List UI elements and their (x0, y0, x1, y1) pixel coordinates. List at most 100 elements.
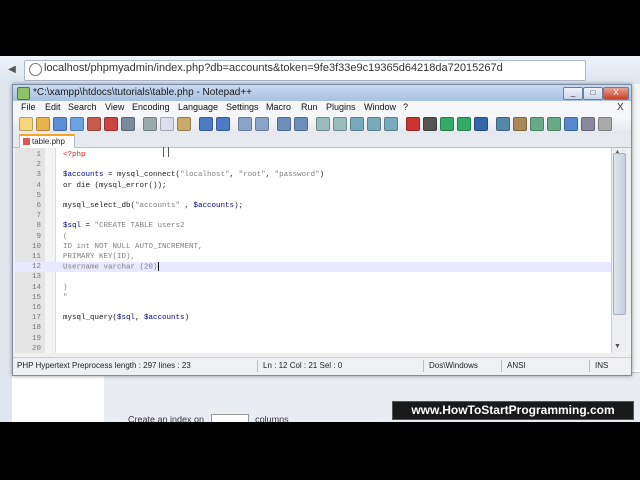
code-line[interactable]: 12 Username varchar (20) (15, 262, 611, 273)
tab-table-php[interactable]: table.php (19, 134, 75, 149)
code-line[interactable]: 1 <?php (15, 150, 611, 160)
save-macro-icon[interactable] (474, 117, 488, 131)
scrollbar-thumb[interactable] (613, 153, 626, 315)
menu-help[interactable]: ? (403, 102, 408, 112)
spellcheck-icon[interactable] (513, 117, 527, 131)
indent-guide-icon[interactable] (384, 117, 398, 131)
menu-search[interactable]: Search (68, 102, 97, 112)
menu-window[interactable]: Window (364, 102, 396, 112)
save-all-icon[interactable] (70, 117, 84, 131)
back-arrow-icon[interactable]: ◀ (4, 62, 20, 78)
doc-map-icon[interactable] (564, 117, 578, 131)
code-editor[interactable]: 1 <?php 2 3 $accounts = mysql_connect("local… (15, 148, 611, 353)
close-all-icon[interactable] (104, 117, 118, 131)
status-eol: Dos\Windows (429, 361, 478, 370)
line-number: 9 (36, 232, 41, 241)
stop-icon[interactable] (423, 117, 437, 131)
zoom-out-icon[interactable] (294, 117, 308, 131)
play-multi-icon[interactable] (457, 117, 471, 131)
code-line[interactable]: 6 mysql_select_db("accounts" , $accounts)… (15, 201, 611, 211)
line-number: 4 (36, 181, 41, 190)
code-line[interactable]: 9( (15, 232, 611, 242)
toolbar (13, 115, 631, 134)
close-button[interactable]: X (603, 87, 629, 100)
tab-bar: table.php (13, 133, 631, 149)
code-text: mysql_query($sql, $accounts) (63, 314, 190, 323)
open-icon[interactable] (36, 117, 50, 131)
menu-encoding[interactable]: Encoding (132, 102, 170, 112)
minimize-button[interactable]: _ (563, 87, 583, 100)
menu-plugins[interactable]: Plugins (326, 102, 356, 112)
trash-icon[interactable] (598, 117, 612, 131)
scroll-down-icon[interactable]: ▼ (614, 343, 621, 350)
line-number: 6 (36, 202, 41, 210)
code-text: " (63, 293, 68, 302)
browser-left-panel (0, 84, 12, 422)
func-list-icon[interactable] (496, 117, 510, 131)
code-line[interactable]: 18 (15, 323, 611, 333)
save-icon[interactable] (53, 117, 67, 131)
all-chars-icon[interactable] (367, 117, 381, 131)
menu-language[interactable]: Language (178, 102, 218, 112)
letterbox-bottom (0, 422, 640, 480)
title-bar[interactable]: *C:\xampp\htdocs\tutorials\table.php - N… (13, 85, 631, 101)
play-icon[interactable] (440, 117, 454, 131)
line-number: 5 (36, 191, 41, 200)
code-line[interactable]: 19 (15, 334, 611, 344)
code-line[interactable]: 16 (15, 303, 611, 313)
maximize-button[interactable]: □ (583, 87, 603, 100)
menu-macro[interactable]: Macro (266, 102, 291, 112)
line-number: 18 (31, 324, 41, 333)
globe-icon (29, 63, 42, 76)
code-line[interactable]: 10 ID int NOT NULL AUTO_INCREMENT, (15, 242, 611, 252)
doc-close-icon[interactable]: X (617, 102, 624, 113)
code-line[interactable]: 7 (15, 211, 611, 221)
settings-icon[interactable] (581, 117, 595, 131)
code-line[interactable]: 8 $sql = "CREATE TABLE users2 (15, 221, 611, 231)
code-line[interactable]: 17 mysql_query($sql, $accounts) (15, 313, 611, 323)
print-icon[interactable] (121, 117, 135, 131)
line-number: 10 (31, 242, 41, 251)
status-divider (501, 360, 502, 372)
code-line[interactable]: 15 " (15, 293, 611, 303)
caret (157, 262, 159, 272)
up-icon[interactable] (530, 117, 544, 131)
line-number: 12 (31, 263, 41, 272)
menu-view[interactable]: View (105, 102, 124, 112)
code-text: ) (63, 283, 68, 292)
sync-h-icon[interactable] (333, 117, 347, 131)
code-line[interactable]: 2 (15, 160, 611, 170)
cut-icon[interactable] (143, 117, 157, 131)
code-line[interactable]: 14) (15, 283, 611, 293)
find-icon[interactable] (238, 117, 252, 131)
new-icon[interactable] (19, 117, 33, 131)
wrap-icon[interactable] (350, 117, 364, 131)
copy-icon[interactable] (160, 117, 174, 131)
close-icon[interactable] (87, 117, 101, 131)
code-line[interactable]: 4 or die (mysql_error()); (15, 181, 611, 191)
unsaved-file-icon (23, 138, 30, 146)
menu-settings[interactable]: Settings (226, 102, 259, 112)
code-line[interactable]: 13 (15, 272, 611, 282)
code-line[interactable]: 20 (15, 344, 611, 353)
paste-icon[interactable] (177, 117, 191, 131)
notepadpp-icon (17, 87, 30, 100)
down-icon[interactable] (547, 117, 561, 131)
menu-edit[interactable]: Edit (45, 102, 61, 112)
code-line[interactable]: 5 (15, 191, 611, 201)
code-text: <?php (63, 151, 86, 159)
code-line[interactable]: 11 PRIMARY KEY(ID), (15, 252, 611, 262)
menu-file[interactable]: File (21, 102, 36, 112)
redo-icon[interactable] (216, 117, 230, 131)
line-number: 17 (31, 314, 41, 323)
status-file-info: PHP Hypertext Preprocess length : 297 li… (17, 361, 191, 370)
url-text: localhost/phpmyadmin/index.php?db=accoun… (44, 62, 503, 74)
undo-icon[interactable] (199, 117, 213, 131)
code-line[interactable]: 3 $accounts = mysql_connect("localhost", … (15, 170, 611, 180)
window-title: *C:\xampp\htdocs\tutorials\table.php - N… (33, 87, 253, 98)
sync-v-icon[interactable] (316, 117, 330, 131)
menu-run[interactable]: Run (301, 102, 318, 112)
record-icon[interactable] (406, 117, 420, 131)
replace-icon[interactable] (255, 117, 269, 131)
zoom-in-icon[interactable] (277, 117, 291, 131)
